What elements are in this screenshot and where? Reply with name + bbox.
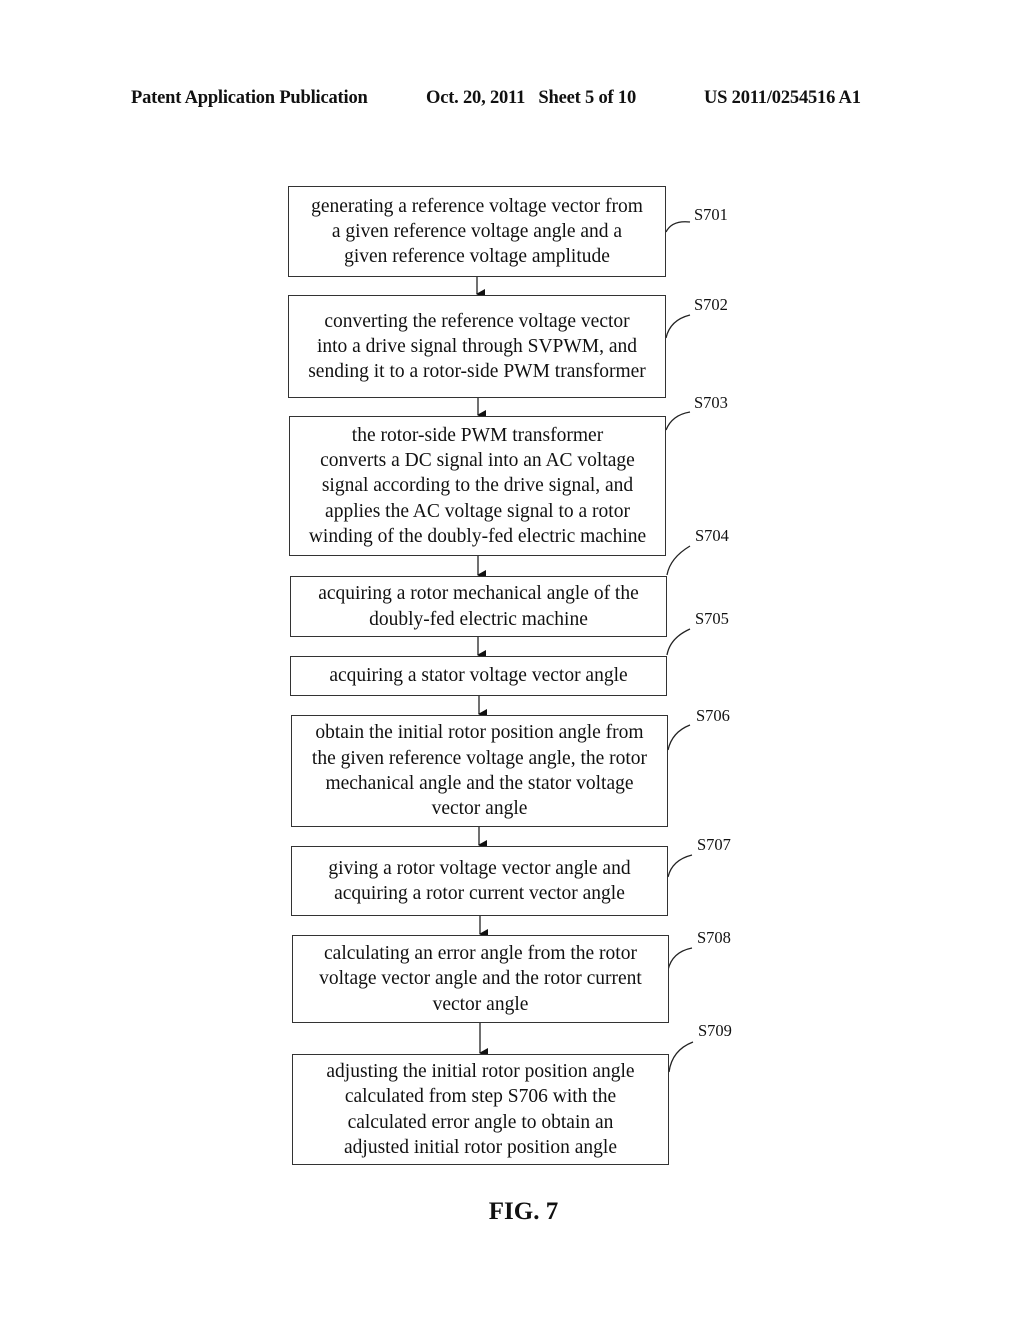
step-box-s706: obtain the initial rotor position angle … [291, 715, 668, 827]
leader-s703 [665, 411, 691, 431]
step-label-s706: S706 [696, 706, 730, 725]
step-box-s709: adjusting the initial rotor position ang… [292, 1054, 669, 1165]
step-box-s704: acquiring a rotor mechanical angle of th… [290, 576, 667, 637]
step-box-s705: acquiring a stator voltage vector angle [290, 656, 667, 696]
step-text: the rotor-side PWM transformer converts … [308, 424, 647, 547]
step-label-s702: S702 [694, 295, 728, 314]
leader-s706 [667, 724, 691, 751]
leader-s702 [665, 314, 691, 339]
step-box-s701: generating a reference voltage vector fr… [288, 186, 666, 277]
leader-s705 [666, 628, 691, 656]
step-box-s707: giving a rotor voltage vector angle and … [291, 846, 668, 916]
leader-s704 [666, 545, 691, 576]
step-text: calculating an error angle from the roto… [319, 943, 642, 1015]
leader-s701 [665, 221, 691, 233]
step-label-s707: S707 [697, 835, 731, 854]
step-label-s708: S708 [697, 928, 731, 947]
step-label-s704: S704 [695, 526, 729, 545]
step-label-s701: S701 [694, 205, 728, 224]
step-text: adjusting the initial rotor position ang… [326, 1060, 635, 1158]
step-text: acquiring a stator voltage vector angle [329, 665, 628, 687]
figure-caption: FIG. 7 [488, 1198, 559, 1225]
step-label-s709: S709 [698, 1021, 732, 1040]
step-text: giving a rotor voltage vector angle and … [328, 857, 631, 904]
step-label-s703: S703 [694, 393, 728, 412]
step-box-s708: calculating an error angle from the roto… [292, 935, 669, 1023]
step-text: acquiring a rotor mechanical angle of th… [318, 583, 639, 630]
leader-s707 [667, 854, 693, 878]
step-text: obtain the initial rotor position angle … [311, 722, 648, 820]
step-box-s703: the rotor-side PWM transformer converts … [289, 416, 666, 556]
step-text: generating a reference voltage vector fr… [311, 195, 643, 268]
step-label-s705: S705 [695, 609, 729, 628]
step-box-s702: converting the reference voltage vector … [288, 295, 666, 398]
leader-s709 [668, 1041, 694, 1073]
step-text: converting the reference voltage vector … [308, 310, 646, 383]
leader-s708 [667, 947, 693, 971]
